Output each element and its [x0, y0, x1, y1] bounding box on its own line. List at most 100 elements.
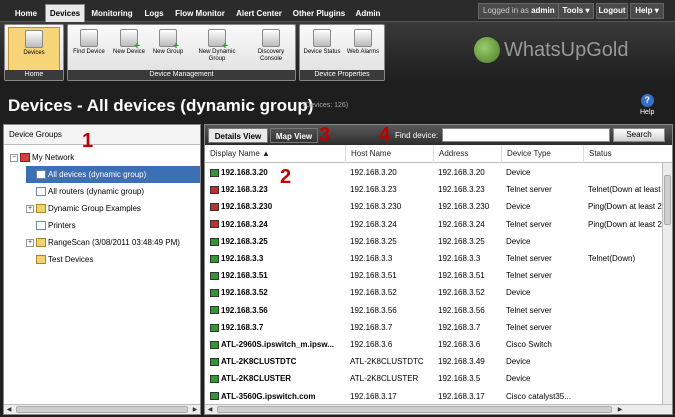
help-menu[interactable]: Help ▾ [630, 3, 664, 19]
tools-menu[interactable]: Tools ▾ [558, 3, 594, 19]
scroll-right-icon[interactable]: ▶ [615, 405, 625, 415]
scrollbar-thumb[interactable] [217, 406, 612, 413]
devices-icon [25, 30, 43, 48]
tab-map-view[interactable]: Map View [270, 128, 318, 143]
expand-icon[interactable]: + [26, 238, 34, 247]
table-row[interactable]: 192.168.3.23 192.168.3.23 192.168.3.23 Teln… [205, 181, 662, 198]
cell-address-text: 192.168.3.230 [438, 202, 490, 212]
cell-host-name: 192.168.3.51 [350, 267, 430, 284]
scroll-left-icon[interactable]: ◀ [4, 405, 14, 415]
find-device-button[interactable]: Find Device [70, 27, 108, 56]
cell-display-name-text: ATL-3560G.ipswitch.com [221, 391, 316, 401]
search-button[interactable]: Search [613, 128, 665, 142]
logout-button[interactable]: Logout [596, 3, 628, 19]
table-row[interactable]: 192.168.3.20 192.168.3.20 192.168.3.20 Devi… [205, 164, 662, 181]
scroll-right-icon[interactable]: ▶ [190, 405, 200, 415]
nav-tab-admin[interactable]: Admin [352, 5, 384, 22]
cell-host-name: 192.168.3.7 [350, 319, 430, 336]
nav-tab-other-plugins[interactable]: Other Plugins [290, 5, 348, 22]
cell-device-type-text: Device [506, 168, 531, 177]
tree-item-rangescan[interactable]: + RangeScan (3/08/2011 03:48:49 PM) [26, 234, 180, 251]
horizontal-scrollbar[interactable]: ◀ ▶ [4, 404, 200, 414]
column-device-type[interactable]: Device Type [501, 145, 583, 163]
device-status-icon [210, 203, 219, 212]
cell-display-name: ATL-3560G.ipswitch.com [210, 388, 343, 405]
cell-display-name-text: ATL-2K8CLUSTER [221, 374, 292, 384]
table-row[interactable]: 192.168.3.24 192.168.3.24 192.168.3.24 Teln… [205, 216, 662, 233]
cell-display-name: 192.168.3.230 [210, 198, 343, 215]
cell-address: 192.168.3.20 [438, 164, 500, 181]
cell-device-type: Device [506, 284, 581, 301]
table-row[interactable]: 192.168.3.3 192.168.3.3 192.168.3.3 Telnet … [205, 250, 662, 267]
cell-host-name: 192.168.3.52 [350, 284, 430, 301]
cell-device-type: Device [506, 370, 581, 387]
cell-display-name: ATL-2960S.ipswitch_m.ipsw... [210, 336, 343, 353]
horizontal-scrollbar[interactable]: ◀ ▶ [205, 404, 672, 414]
tree-item-all-routers[interactable]: All routers (dynamic group) [36, 183, 144, 200]
cell-host-name: 192.168.3.6 [350, 336, 430, 353]
tree-item-label: RangeScan (3/08/2011 03:48:49 PM) [48, 238, 180, 247]
scrollbar-thumb[interactable] [664, 175, 671, 225]
view-toolbar: Details View Map View Find device: Searc… [205, 125, 672, 145]
cell-display-name: ATL-2K8CLUSTDTC [210, 353, 343, 370]
cell-host-name-text: 192.168.3.23 [350, 185, 397, 195]
tree-item-test-devices[interactable]: Test Devices [36, 251, 93, 268]
cell-address-text: 192.168.3.7 [438, 322, 481, 332]
table-row[interactable]: 192.168.3.56 192.168.3.56 192.168.3.56 Teln… [205, 302, 662, 319]
logged-in-user: Logged in as admin [478, 3, 560, 19]
tree-item-my-network[interactable]: − My Network [10, 149, 74, 166]
tree-item-printers[interactable]: Printers [36, 217, 76, 234]
cell-status: Telnet(Down at least [588, 181, 662, 198]
cell-display-name: 192.168.3.25 [210, 233, 343, 250]
cell-status: Ping(Down at least 2 [588, 198, 662, 215]
help-icon: ? [640, 94, 654, 107]
cell-device-type-text: Telnet server [506, 322, 552, 332]
column-address[interactable]: Address [433, 145, 501, 163]
nav-tab-devices[interactable]: Devices [45, 4, 85, 23]
cell-address: 192.168.3.6 [438, 336, 500, 353]
nav-tab-flow-monitor[interactable]: Flow Monitor [172, 5, 228, 22]
table-row[interactable]: ATL-2K8CLUSTDTC ATL-2K8CLUSTDTC 192.168.3.… [205, 353, 662, 370]
nav-tab-logs[interactable]: Logs [140, 5, 168, 22]
table-row[interactable]: 192.168.3.51 192.168.3.51 192.168.3.51 Teln… [205, 267, 662, 284]
new-device-button[interactable]: New Device [110, 27, 148, 56]
tree-item-all-devices[interactable]: All devices (dynamic group) [26, 166, 200, 183]
table-row[interactable]: ATL-2960S.ipswitch_m.ipsw... 192.168.3.6 1… [205, 336, 662, 353]
new-group-icon [159, 29, 179, 50]
web-alarms-button[interactable]: Web Alarms [344, 27, 382, 56]
tree-item-dynamic-group-examples[interactable]: + Dynamic Group Examples [26, 200, 141, 217]
page-title: Devices - All devices (dynamic group) [8, 96, 314, 115]
tree-item-label: Dynamic Group Examples [48, 204, 141, 213]
scrollbar-thumb[interactable] [16, 406, 188, 413]
nav-tab-alert-center[interactable]: Alert Center [232, 5, 286, 22]
tab-details-view[interactable]: Details View [208, 128, 268, 143]
table-row[interactable]: 192.168.3.230 192.168.3.230 192.168.3.230 D… [205, 198, 662, 215]
cell-device-type-text: Telnet server [506, 185, 552, 195]
new-group-button[interactable]: New Group [150, 27, 186, 56]
collapse-icon[interactable]: − [10, 153, 18, 162]
column-display-name[interactable]: Display Name ▲ [205, 145, 345, 163]
devices-button[interactable]: Devices [8, 27, 60, 71]
table-row[interactable]: 192.168.3.25 192.168.3.25 192.168.3.25 Devi… [205, 233, 662, 250]
table-row[interactable]: ATL-2K8CLUSTER ATL-2K8CLUSTER 192.168.3.5 D… [205, 370, 662, 387]
device-status-button[interactable]: Device Status [302, 27, 342, 56]
nav-tab-home[interactable]: Home [10, 5, 42, 22]
table-row[interactable]: 192.168.3.52 192.168.3.52 192.168.3.52 Devi… [205, 284, 662, 301]
expand-icon[interactable]: + [26, 204, 34, 213]
discovery-console-button[interactable]: Discovery Console [248, 27, 294, 63]
new-dynamic-group-button[interactable]: New Dynamic Group [192, 27, 242, 63]
column-host-name[interactable]: Host Name [345, 145, 433, 163]
dynamic-group-icon [36, 221, 46, 231]
top-nav-bar: Home Devices Monitoring Logs Flow Monito… [0, 0, 675, 23]
scroll-left-icon[interactable]: ◀ [205, 405, 215, 415]
cell-host-name-text: 192.168.3.20 [350, 168, 397, 177]
help-button[interactable]: ? Help [640, 94, 654, 116]
column-status[interactable]: Status [583, 145, 663, 163]
nav-tab-monitoring[interactable]: Monitoring [89, 5, 135, 22]
table-row[interactable]: 192.168.3.7 192.168.3.7 192.168.3.7 Telnet … [205, 319, 662, 336]
vertical-scrollbar[interactable] [662, 163, 672, 406]
find-device-input[interactable] [442, 128, 610, 142]
cell-host-name: 192.168.3.230 [350, 198, 430, 215]
table-row[interactable]: ATL-3560G.ipswitch.com 192.168.3.17 192.16… [205, 388, 662, 405]
ribbon-group-label: Device Properties [300, 70, 384, 80]
